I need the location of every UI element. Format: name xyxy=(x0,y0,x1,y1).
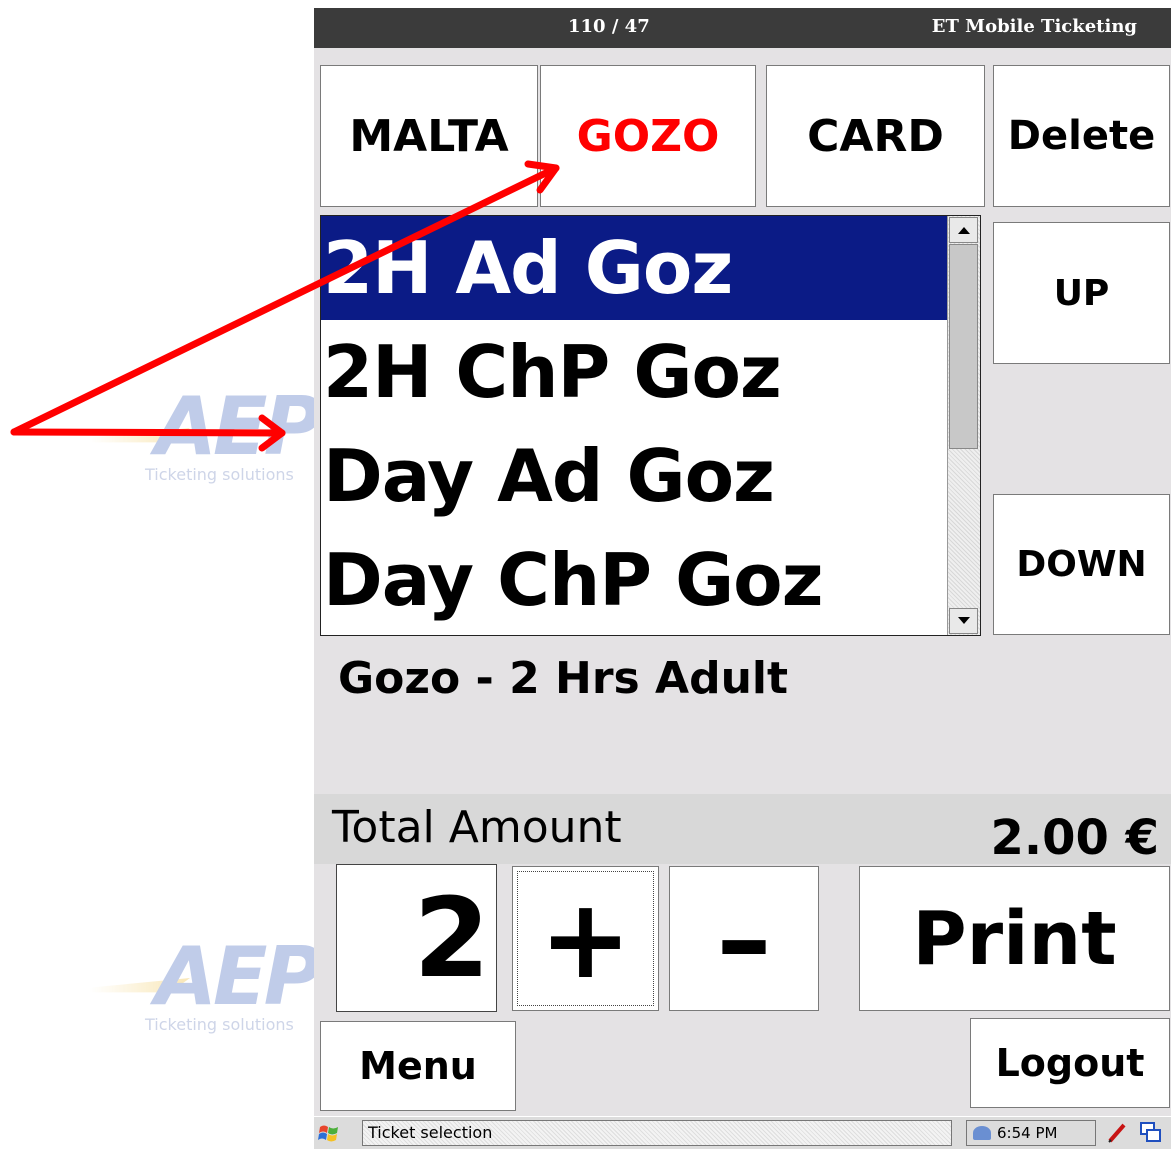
down-button[interactable]: DOWN xyxy=(993,494,1170,635)
clock[interactable]: 6:54 PM xyxy=(997,1124,1057,1142)
list-scrollbar[interactable] xyxy=(947,216,980,635)
delete-button[interactable]: Delete xyxy=(993,65,1170,207)
app-title: ET Mobile Ticketing xyxy=(931,16,1137,37)
logo-text: AEP xyxy=(155,930,322,1023)
ticket-list[interactable]: 2H Ad Goz 2H ChP Goz Day Ad Goz Day ChP … xyxy=(320,215,981,636)
quantity-display: 2 xyxy=(336,864,497,1012)
minus-button[interactable]: – xyxy=(669,866,819,1011)
network-icon[interactable] xyxy=(973,1126,991,1140)
menu-button[interactable]: Menu xyxy=(320,1021,516,1111)
aep-logo-watermark: AEP Ticketing solutions xyxy=(90,380,330,490)
system-tray: 6:54 PM xyxy=(966,1120,1096,1146)
list-item[interactable]: Day Ad Goz xyxy=(321,424,950,528)
list-item-selected[interactable]: 2H Ad Goz xyxy=(321,216,950,320)
zone-button-malta[interactable]: MALTA xyxy=(320,65,538,207)
plus-button[interactable]: + xyxy=(512,866,659,1011)
print-button[interactable]: Print xyxy=(859,866,1170,1011)
logo-tagline: Ticketing solutions xyxy=(145,1015,294,1034)
zone-button-gozo[interactable]: GOZO xyxy=(540,65,756,207)
windows-start-icon[interactable] xyxy=(316,1121,342,1147)
title-bar: 110 / 47 ET Mobile Ticketing xyxy=(314,8,1171,48)
logout-button[interactable]: Logout xyxy=(970,1018,1170,1108)
stylus-pen-icon[interactable] xyxy=(1104,1120,1130,1146)
taskbar: Ticket selection 6:54 PM xyxy=(314,1116,1171,1149)
list-item[interactable]: Day ChP Goz xyxy=(321,528,950,632)
scroll-down-arrow-icon[interactable] xyxy=(949,608,978,634)
total-label: Total Amount xyxy=(332,802,622,853)
total-amount: 2.00 € xyxy=(990,810,1159,866)
scroll-up-arrow-icon[interactable] xyxy=(949,217,978,243)
scroll-thumb[interactable] xyxy=(949,244,978,449)
zone-button-card[interactable]: CARD xyxy=(766,65,985,207)
total-bar: Total Amount 2.00 € xyxy=(314,794,1171,866)
logo-text: AEP xyxy=(155,380,322,473)
ticket-counter: 110 / 47 xyxy=(568,16,650,37)
taskbar-item-ticket-selection[interactable]: Ticket selection xyxy=(362,1120,952,1146)
window-switch-icon[interactable] xyxy=(1138,1120,1164,1146)
ticket-description: Gozo - 2 Hrs Adult xyxy=(338,653,789,704)
list-item[interactable]: 2H ChP Goz xyxy=(321,320,950,424)
device-screen: 110 / 47 ET Mobile Ticketing MALTA GOZO … xyxy=(314,8,1171,1149)
aep-logo-watermark: AEP Ticketing solutions xyxy=(90,930,330,1040)
up-button[interactable]: UP xyxy=(993,222,1170,364)
logo-tagline: Ticketing solutions xyxy=(145,465,294,484)
